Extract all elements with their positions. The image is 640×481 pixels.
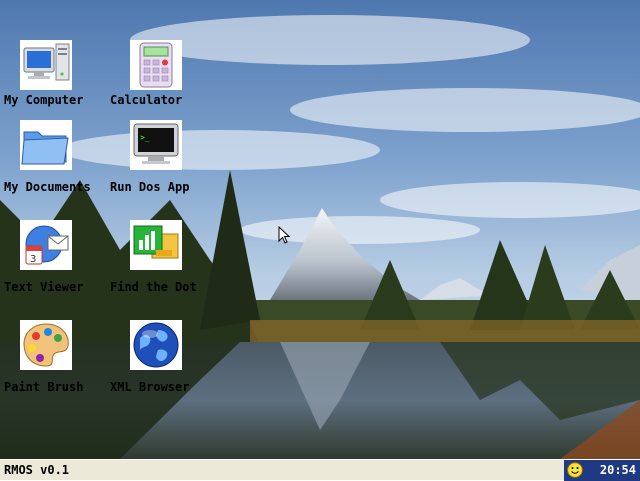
desktop-icon-label: My Documents [4, 180, 91, 194]
computer-icon [20, 40, 72, 90]
os-version-label[interactable]: RMOS v0.1 [4, 463, 69, 477]
mouse-cursor-icon [278, 226, 290, 244]
desktop-icon-label: Find the Dot [110, 280, 197, 294]
clock[interactable]: 20:54 [600, 463, 636, 477]
desktop-icon-label: Paint Brush [4, 380, 84, 394]
desktop-icon-label: Run Dos App [110, 180, 190, 194]
text-viewer-icon: 3 [20, 220, 72, 270]
wallpaper-image [0, 0, 640, 459]
taskbar: RMOS v0.1 20:54 [0, 459, 640, 481]
system-tray: 20:54 [564, 460, 640, 481]
desktop-icon-label: Calculator [110, 93, 183, 107]
smiley-icon[interactable] [567, 462, 583, 478]
desktop-icon-label: My Computer [4, 93, 84, 107]
calculator-icon [130, 40, 182, 90]
find-the-dot-icon [130, 220, 182, 270]
globe-icon [130, 320, 182, 370]
svg-text:3: 3 [30, 254, 36, 265]
folder-icon [20, 120, 72, 170]
palette-icon [20, 320, 72, 370]
terminal-icon: >_ [130, 120, 182, 170]
desktop-icon-label: Text Viewer [4, 280, 84, 294]
svg-text:>_: >_ [140, 133, 150, 142]
desktop: My Computer Calculator My Documents >_ R… [0, 0, 640, 459]
desktop-icon-label: XML Browser [110, 380, 190, 394]
